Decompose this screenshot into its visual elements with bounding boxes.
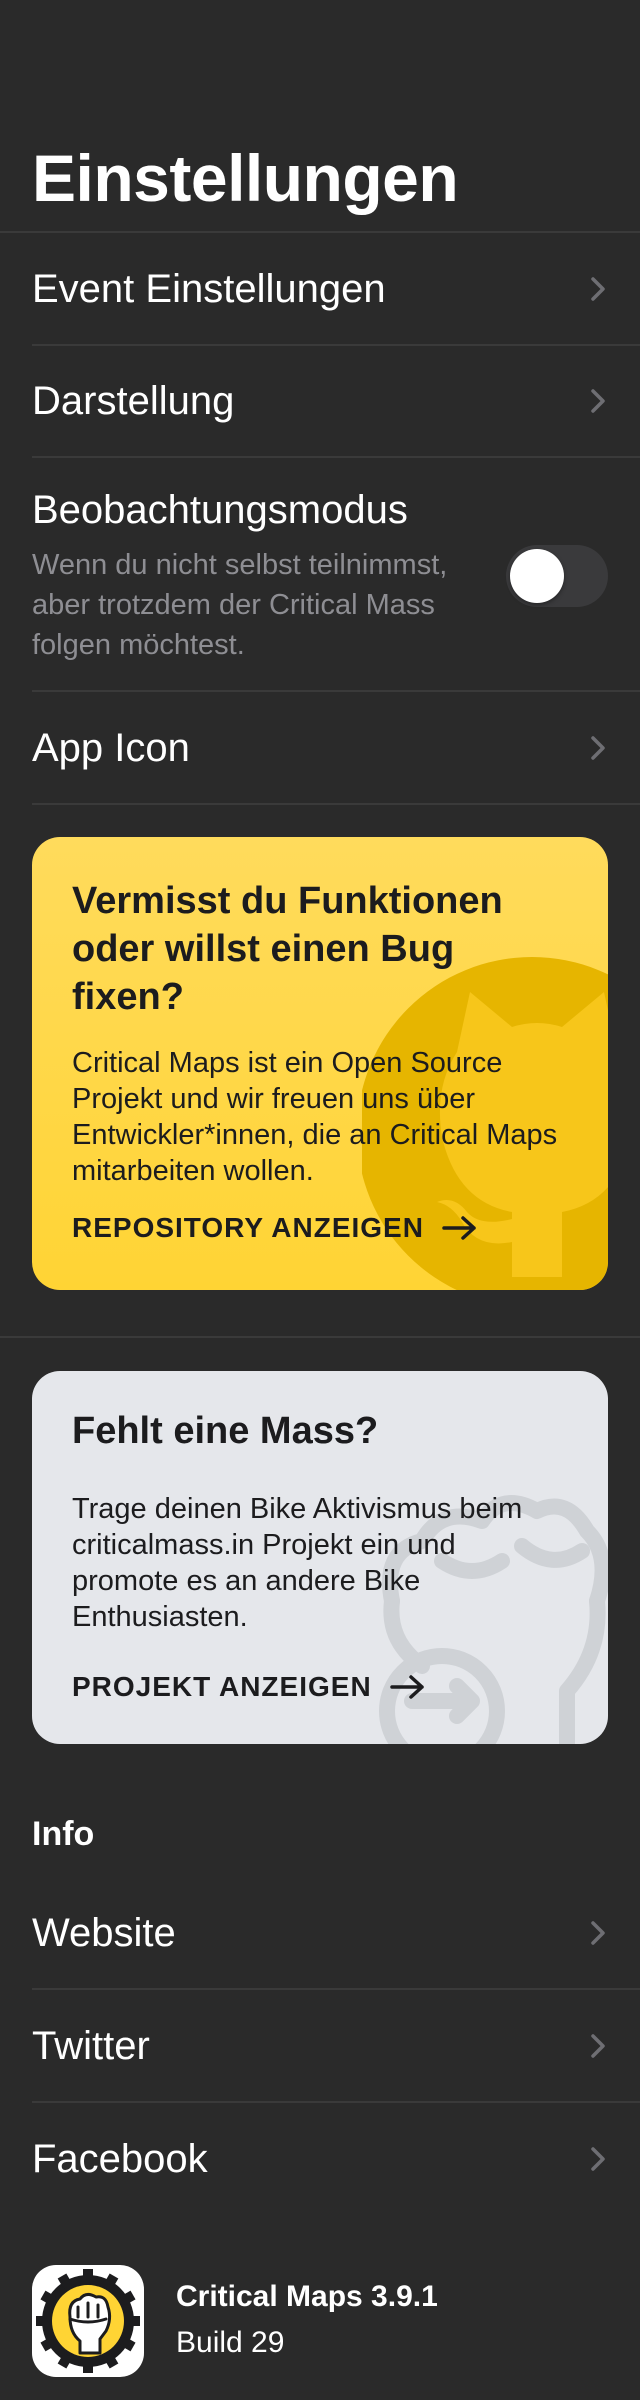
critical-maps-logo-icon [36,2269,140,2373]
divider [32,690,640,692]
event-settings-label: Event Einstellungen [32,266,386,311]
settings-row-appearance[interactable]: Darstellung [32,366,608,436]
settings-row-event[interactable]: Event Einstellungen [32,254,608,324]
github-card-body: Critical Maps ist ein Open Source Projek… [72,1047,558,1187]
settings-row-app-icon[interactable]: App Icon [32,713,608,783]
observation-mode-subtitle: Wenn du nicht selbst teilnimmst, aber tr… [32,549,448,661]
appearance-label: Darstellung [32,378,235,423]
chevron-right-icon [591,389,605,413]
app-icon-label: App Icon [32,725,190,770]
arrow-right-icon [389,1675,424,1699]
project-link-label: PROJEKT ANZEIGEN [72,1671,372,1702]
observation-mode-title: Beobachtungsmodus [32,488,408,532]
chevron-right-icon [591,2147,605,2171]
chevron-right-icon [591,1921,605,1945]
facebook-label: Facebook [32,2136,208,2181]
chevron-right-icon [591,277,605,301]
toggle-knob [510,549,564,603]
divider [32,2101,640,2103]
info-section-header: Info [32,1815,95,1853]
divider [32,456,640,458]
twitter-label: Twitter [32,2023,150,2068]
divider [0,1336,640,1338]
repository-link[interactable]: REPOSITORY ANZEIGEN [72,1212,478,1244]
critical-mass-card[interactable]: Fehlt eine Mass? Trage deinen Bike Aktiv… [32,1371,608,1744]
project-link[interactable]: PROJEKT ANZEIGEN [72,1671,426,1703]
divider [32,803,640,805]
app-name: Critical Maps 3.9.1 [176,2280,438,2313]
app-build: Build 29 [176,2326,285,2359]
chevron-right-icon [591,736,605,760]
arrow-right-icon [442,1216,476,1240]
observation-mode-toggle[interactable] [506,545,608,607]
divider [32,344,640,346]
repository-link-label: REPOSITORY ANZEIGEN [72,1212,424,1243]
website-label: Website [32,1910,176,1955]
info-row-twitter[interactable]: Twitter [32,2011,608,2081]
info-row-facebook[interactable]: Facebook [32,2124,608,2194]
critical-mass-card-title: Fehlt eine Mass? [72,1410,379,1452]
divider [0,231,640,233]
app-logo [32,2265,144,2377]
chevron-right-icon [591,2034,605,2058]
github-card[interactable]: Vermisst du Funktionen oder willst einen… [32,837,608,1290]
divider [32,1988,640,1990]
github-card-title: Vermisst du Funktionen oder willst einen… [72,880,503,1018]
page-title: Einstellungen [32,141,459,215]
critical-mass-card-body: Trage deinen Bike Aktivismus beim critic… [72,1493,523,1633]
info-row-website[interactable]: Website [32,1898,608,1968]
